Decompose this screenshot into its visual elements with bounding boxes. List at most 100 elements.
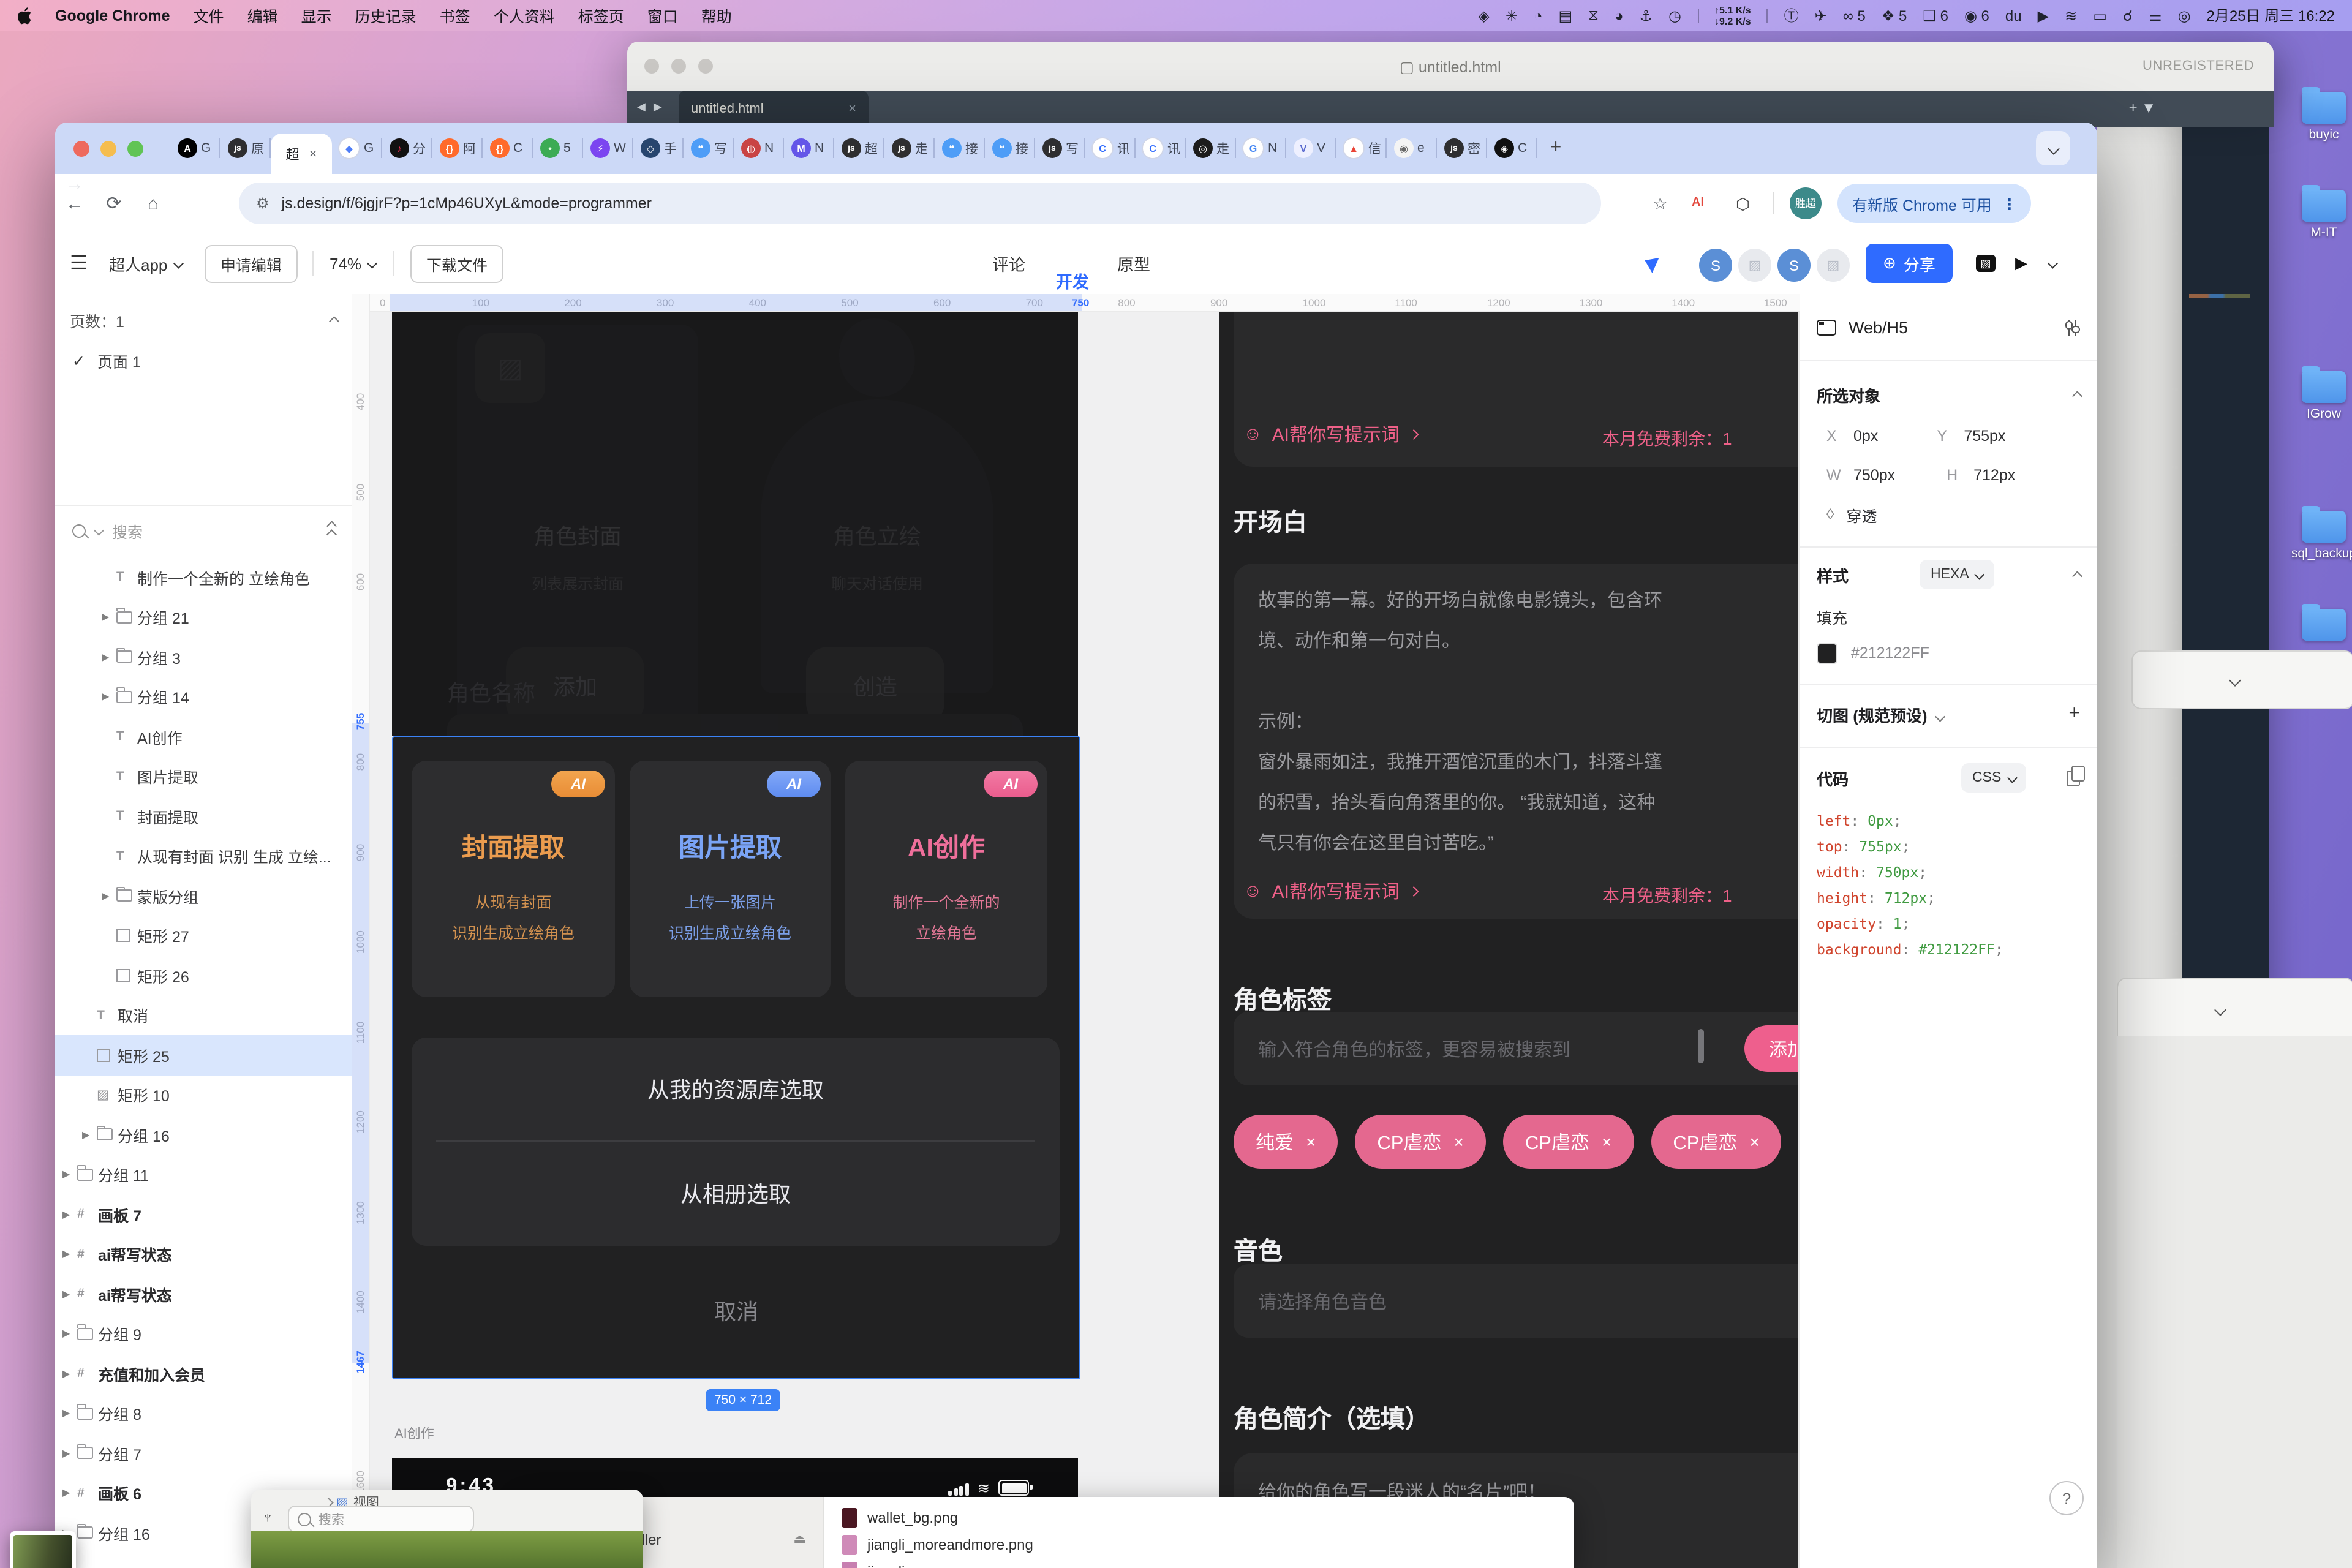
sublime-titlebar[interactable]: ▢ untitled.html UNREGISTERED bbox=[627, 42, 2274, 91]
settings-sliders-icon[interactable] bbox=[2064, 319, 2080, 335]
finder-window[interactable]: 位置 ◫Cursor Installer ⏏ wallet_bg.pngjian… bbox=[523, 1497, 1574, 1568]
apple-icon[interactable] bbox=[17, 7, 32, 24]
add-tag-button[interactable]: 添加 bbox=[1744, 1025, 1800, 1072]
chrome-tab[interactable]: ▲信 bbox=[1336, 123, 1387, 174]
tag-pill[interactable]: CP虐恋× bbox=[1503, 1115, 1634, 1169]
menubar-menu[interactable]: 窗口 bbox=[647, 4, 678, 27]
chrome-tab[interactable]: js超 bbox=[834, 123, 884, 174]
menubar-menu[interactable]: 个人资料 bbox=[494, 4, 555, 27]
frame-name-label[interactable]: AI创作 bbox=[394, 1423, 434, 1443]
collaborator-avatar[interactable]: ▨ bbox=[1736, 246, 1774, 284]
design-frame-character-form[interactable]: ☺AI帮你写提示词 本月免费剩余：1 开场白 故事的第一幕。好的开场白就像电影镜… bbox=[1219, 294, 1800, 1568]
desktop-folder[interactable] bbox=[2281, 609, 2352, 641]
scrollbar-thumb[interactable] bbox=[1698, 1029, 1704, 1063]
finder-file-row[interactable]: jiangli_moreandmore.png bbox=[842, 1531, 1033, 1558]
layer-row[interactable]: ▶分组 7 bbox=[55, 1433, 352, 1473]
wifi-icon[interactable]: ≋ bbox=[2065, 5, 2077, 26]
css-code-line[interactable]: top: 755px; bbox=[1817, 834, 2003, 860]
chrome-tab[interactable]: ❝接 bbox=[985, 123, 1035, 174]
x-value[interactable]: 0px bbox=[1853, 428, 1878, 445]
layer-row[interactable]: 矩形 26 bbox=[55, 956, 352, 995]
hamburger-menu-icon[interactable]: ☰ bbox=[70, 233, 88, 294]
wing-icon[interactable]: ❖ 5 bbox=[1882, 5, 1907, 26]
file-preview-window[interactable]: ▨视图 ♆ 搜索 bbox=[251, 1490, 643, 1568]
pierce-label[interactable]: 穿透 bbox=[1846, 503, 1877, 526]
zoom-level-dropdown[interactable]: 74% bbox=[330, 233, 375, 294]
layer-row[interactable]: TAI创作 bbox=[55, 717, 352, 756]
menubar-menu[interactable]: 文件 bbox=[194, 4, 224, 27]
desktop-folder-M-IT[interactable]: M-IT bbox=[2281, 190, 2352, 240]
finder-file-row[interactable]: wallet_bg.png bbox=[842, 1504, 958, 1531]
sheet-option-album[interactable]: 从相册选取 bbox=[412, 1142, 1060, 1245]
code-lang-dropdown[interactable]: CSS bbox=[1961, 763, 2026, 793]
home-icon[interactable]: ⌂ bbox=[134, 193, 173, 214]
layers-search[interactable]: 搜索 bbox=[55, 514, 352, 546]
menubar-menu[interactable]: 编辑 bbox=[247, 4, 278, 27]
layer-row[interactable]: T封面提取 bbox=[55, 796, 352, 836]
site-settings-icon[interactable]: ⚙ bbox=[256, 195, 270, 212]
expand-arrow-icon[interactable]: ▶ bbox=[62, 1249, 77, 1260]
lemon-monitor-icon[interactable]: Ⓣ bbox=[1784, 5, 1799, 26]
capcut-icon[interactable]: ⧖ bbox=[1588, 6, 1599, 24]
chrome-tab[interactable]: ⚡W bbox=[583, 123, 633, 174]
w-value[interactable]: 750px bbox=[1853, 467, 1895, 484]
address-bar[interactable]: ⚙ js.design/f/6jgjrF?p=1cMp46UXyL&mode=p… bbox=[239, 183, 1601, 224]
expand-arrow-icon[interactable]: ▶ bbox=[62, 1209, 77, 1220]
chevron-down-icon[interactable] bbox=[2214, 1003, 2226, 1016]
menubar-menu[interactable]: 历史记录 bbox=[355, 4, 417, 27]
background-window-bar[interactable] bbox=[2132, 650, 2352, 709]
voice-select[interactable]: 请选择角色音色 bbox=[1234, 1264, 1800, 1338]
siri-icon[interactable]: ◎ bbox=[2178, 5, 2191, 26]
expand-arrow-icon[interactable]: ▶ bbox=[62, 1329, 77, 1340]
layer-row[interactable]: ▶#ai帮写状态 bbox=[55, 1274, 352, 1314]
chrome-tab[interactable]: GN bbox=[1236, 123, 1286, 174]
chrome-update-button[interactable]: 有新版 Chrome 可用⋮ bbox=[1838, 184, 2032, 223]
chrome-tab[interactable]: ❝写 bbox=[684, 123, 734, 174]
sublime-tab-close-icon[interactable]: × bbox=[848, 102, 856, 116]
device-row[interactable]: Web/H5 bbox=[1800, 294, 2097, 361]
more-menu-icon[interactable]: ⋮ bbox=[2002, 194, 2017, 213]
chrome-tab[interactable]: •5 bbox=[533, 123, 583, 174]
sheet-option-library[interactable]: 从我的资源库选取 bbox=[412, 1038, 1060, 1140]
bookmark-star-icon[interactable]: ☆ bbox=[1653, 194, 1668, 214]
h-value[interactable]: 712px bbox=[1973, 467, 2015, 484]
ai-helper-link[interactable]: ☺AI帮你写提示词 bbox=[1243, 421, 1416, 447]
design-frame-character-edit[interactable]: ▨ 角色封面 列表展示封面 添加 角色立绘 聊天对话使用 创造 角色名称 bbox=[392, 309, 1078, 736]
expand-arrow-icon[interactable]: ▶ bbox=[62, 1408, 77, 1419]
collaborator-avatar[interactable]: ▨ bbox=[1814, 246, 1852, 284]
chrome-tab[interactable]: js密 bbox=[1437, 123, 1487, 174]
chrome-minimize-button[interactable] bbox=[100, 141, 116, 157]
tab-search-button[interactable] bbox=[2036, 131, 2070, 165]
css-code-line[interactable]: background: #212122FF; bbox=[1817, 937, 2003, 963]
ai-option-card-2[interactable]: AI图片提取上传一张图片识别生成立绘角色 bbox=[630, 761, 831, 997]
expand-arrow-icon[interactable]: ▶ bbox=[102, 652, 116, 663]
collab-cursor-icon[interactable] bbox=[1648, 233, 1661, 294]
color-mode-dropdown[interactable]: HEXA bbox=[1920, 560, 1994, 589]
share-button[interactable]: ⊕分享 bbox=[1866, 244, 1953, 283]
css-code-line[interactable]: left: 0px; bbox=[1817, 809, 2003, 834]
export-image-icon[interactable]: ▨ bbox=[1976, 233, 1996, 294]
css-code-line[interactable]: height: 712px; bbox=[1817, 886, 2003, 911]
layer-row[interactable]: ▶分组 8 bbox=[55, 1393, 352, 1433]
private-cloud-icon[interactable]: ▤ bbox=[1558, 6, 1572, 24]
finder-search-field[interactable]: 搜索 bbox=[288, 1506, 474, 1532]
new-tab-button[interactable]: + bbox=[1537, 123, 1574, 174]
extension-red-icon[interactable]: AI bbox=[1692, 192, 1714, 214]
selected-object-header[interactable]: 所选对象 bbox=[1800, 380, 2097, 409]
fill-swatch-row[interactable]: #212122FF bbox=[1800, 639, 2097, 666]
chrome-active-tab[interactable]: 超× bbox=[271, 134, 332, 174]
fill-hex-value[interactable]: #212122FF bbox=[1851, 644, 1929, 662]
chrome-close-button[interactable] bbox=[74, 141, 89, 157]
sublime-newtab-button[interactable]: + ▼ bbox=[2129, 99, 2156, 116]
desktop-folder-sql_backup[interactable]: sql_backup bbox=[2281, 511, 2352, 561]
expand-arrow-icon[interactable]: ▶ bbox=[62, 1289, 77, 1300]
chrome-tab[interactable]: js原 bbox=[221, 123, 271, 174]
chrome-tab[interactable]: ◉e bbox=[1387, 123, 1437, 174]
sync-icon[interactable]: ∞ 5 bbox=[1843, 5, 1866, 26]
add-slice-icon[interactable]: + bbox=[2068, 703, 2080, 725]
design-canvas[interactable]: 0100200300400500600700750800900100011001… bbox=[352, 294, 1800, 1568]
layer-row[interactable]: ▶分组 16 bbox=[55, 1115, 352, 1155]
collapse-all-icon[interactable] bbox=[328, 523, 334, 538]
ai-option-card-3[interactable]: AIAI创作制作一个全新的立绘角色 bbox=[845, 761, 1047, 997]
layer-row[interactable]: T取消 bbox=[55, 995, 352, 1035]
